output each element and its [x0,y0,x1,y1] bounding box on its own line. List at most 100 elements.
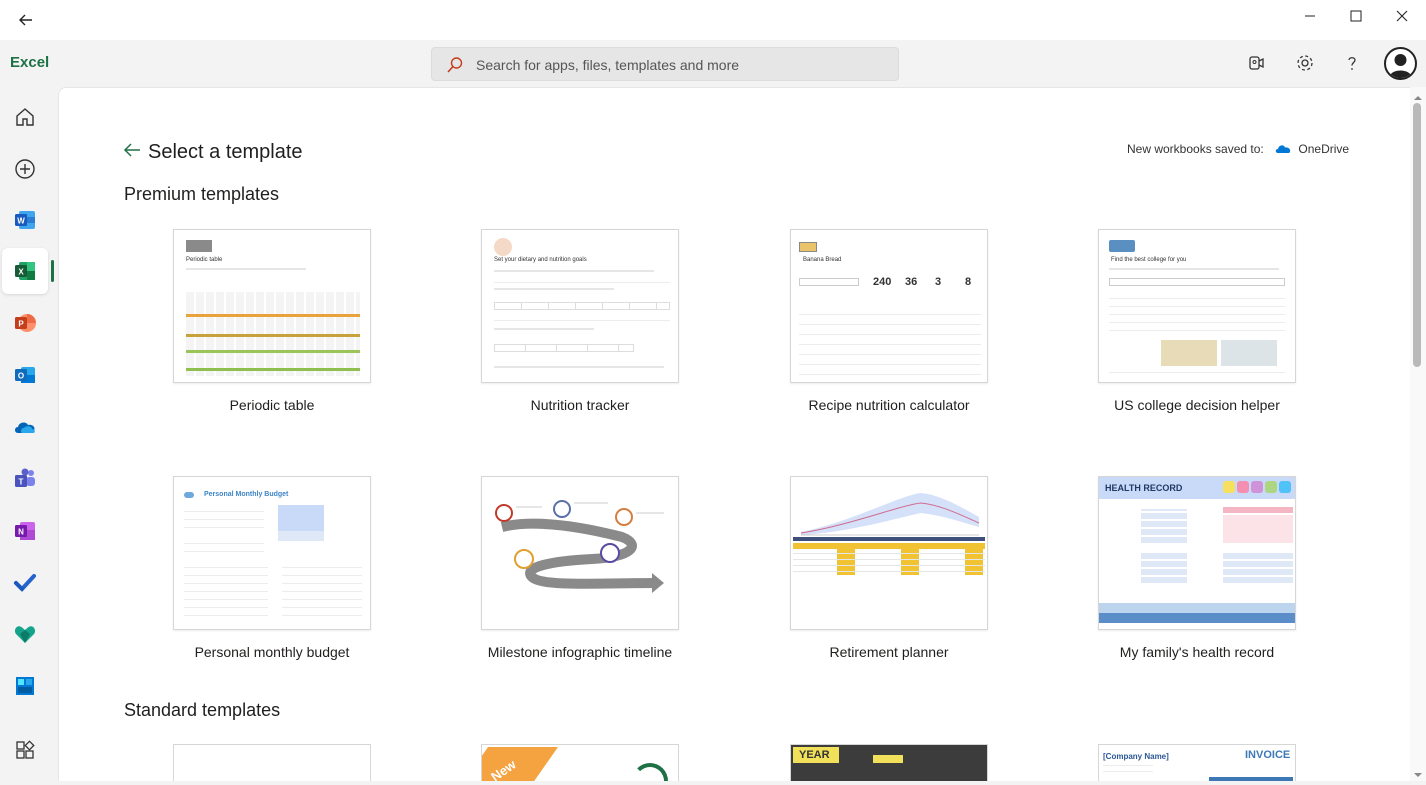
thumb-graphic [632,763,668,781]
thumb-row [799,344,981,345]
template-gallery: Select a template New workbooks saved to… [58,87,1410,781]
scroll-up-icon[interactable] [1413,90,1423,100]
meeting-icon[interactable] [1245,51,1269,75]
standard-template-calendar[interactable]: YEAR [790,744,988,781]
thumb-row [184,527,264,528]
maximize-button[interactable] [1333,0,1379,32]
template-card-monthly-budget[interactable]: Personal Monthly Budget Personal monthly… [173,476,371,660]
template-thumbnail[interactable]: Set your dietary and nutrition goals [481,229,679,383]
recipe-stat: 3 [935,276,942,288]
thumb-graphic [184,492,194,498]
outlook-icon[interactable]: O [0,352,50,398]
todo-icon[interactable] [0,560,50,606]
create-icon[interactable] [0,146,50,192]
thumb-icon [1265,481,1277,493]
thumb-cell [873,755,903,763]
azure-icon[interactable] [0,663,50,709]
template-card-recipe-nutrition[interactable]: Banana Bread 240 36 3 8 Recipe nutrition… [790,229,988,413]
thumb-row [799,334,981,335]
svg-text:T: T [19,478,24,487]
thumb-icon [1237,481,1249,493]
close-button[interactable] [1379,0,1425,32]
premium-section-title: Premium templates [124,184,280,204]
thumb-icon [1223,481,1235,493]
thumb-row [1109,322,1285,323]
home-icon[interactable] [0,94,50,140]
thumb-stripe [793,537,985,541]
template-card-retirement-planner[interactable]: Retirement planner [790,476,988,660]
thumb-stripe [186,334,360,337]
standard-section-title: Standard templates [124,700,281,720]
powerpoint-icon[interactable]: P [0,300,50,346]
template-label[interactable]: Periodic table [173,397,371,413]
template-card-nutrition-tracker[interactable]: Set your dietary and nutrition goals Nut… [481,229,679,413]
scroll-down-icon[interactable] [1413,767,1423,777]
thumb-graphic [1109,240,1135,252]
thumb-line [1109,268,1279,270]
thumb-row [1109,306,1285,307]
app-name[interactable]: Excel [10,54,49,71]
template-label[interactable]: Retirement planner [790,644,988,660]
thumb-row [799,314,981,315]
template-label[interactable]: Nutrition tracker [481,397,679,413]
template-label[interactable]: Personal monthly budget [173,644,371,660]
family-safety-icon[interactable] [0,611,50,657]
thumb-row [1103,765,1153,766]
thumb-fields [1223,553,1293,583]
search-input[interactable]: Search for apps, files, templates and mo… [476,57,739,73]
thumb-table [793,549,985,577]
saved-to-location[interactable]: OneDrive [1298,142,1349,156]
template-thumbnail[interactable]: HEALTH RECORD [1098,476,1296,630]
active-indicator [51,260,54,282]
teams-icon[interactable]: T [0,456,50,502]
template-thumbnail[interactable] [481,476,679,630]
scrollbar-thumb[interactable] [1413,103,1421,367]
settings-icon[interactable] [1293,51,1317,75]
thumb-row [184,543,264,544]
template-thumbnail[interactable] [790,476,988,630]
svg-text:N: N [18,528,24,537]
thumb-highlight [1223,507,1293,513]
template-thumbnail[interactable]: Find the best college for you [1098,229,1296,383]
standard-template-invoice[interactable]: [Company Name] INVOICE [1098,744,1296,781]
all-apps-icon[interactable] [0,727,50,773]
template-card-college-helper[interactable]: Find the best college for you US college… [1098,229,1296,413]
back-arrow-icon[interactable] [122,140,142,160]
thumb-line [494,328,594,330]
template-thumbnail[interactable]: Banana Bread 240 36 3 8 [790,229,988,383]
template-label[interactable]: Recipe nutrition calculator [790,397,988,413]
template-card-milestone-timeline[interactable]: Milestone infographic timeline [481,476,679,660]
back-icon[interactable] [12,6,40,34]
template-thumbnail[interactable]: Periodic table [173,229,371,383]
minimize-button[interactable] [1287,0,1333,32]
standard-template-tour[interactable]: New [481,744,679,781]
vertical-scrollbar[interactable] [1410,87,1426,781]
search-box[interactable]: Search for apps, files, templates and mo… [431,47,899,81]
thumb-stripe [1209,777,1293,781]
template-label[interactable]: US college decision helper [1098,397,1296,413]
search-icon [446,56,464,74]
template-card-periodic-table[interactable]: Periodic table Periodic table [173,229,371,413]
thumb-stripe [1099,613,1295,623]
excel-icon[interactable]: X [2,248,48,294]
thumb-row [184,519,264,520]
onedrive-icon[interactable] [0,404,50,450]
page-title: Select a template [148,141,303,163]
template-thumbnail[interactable]: Personal Monthly Budget [173,476,371,630]
avatar[interactable] [1384,47,1417,80]
thumb-stripe [186,314,360,317]
thumb-title: Periodic table [186,257,223,263]
thumb-icon [1279,481,1291,493]
help-icon[interactable] [1340,51,1364,75]
thumb-row [494,282,670,283]
standard-template-blank[interactable] [173,744,371,781]
onenote-icon[interactable]: N [0,508,50,554]
thumb-line [186,268,306,270]
template-card-health-record[interactable]: HEALTH RECORD My family's health record [1098,476,1296,660]
word-icon[interactable]: W [0,197,50,243]
template-label[interactable]: Milestone infographic timeline [481,644,679,660]
template-label[interactable]: My family's health record [1098,644,1296,660]
invoice-title: INVOICE [1245,749,1291,761]
recipe-stat: 8 [965,276,972,288]
svg-text:P: P [18,320,24,329]
